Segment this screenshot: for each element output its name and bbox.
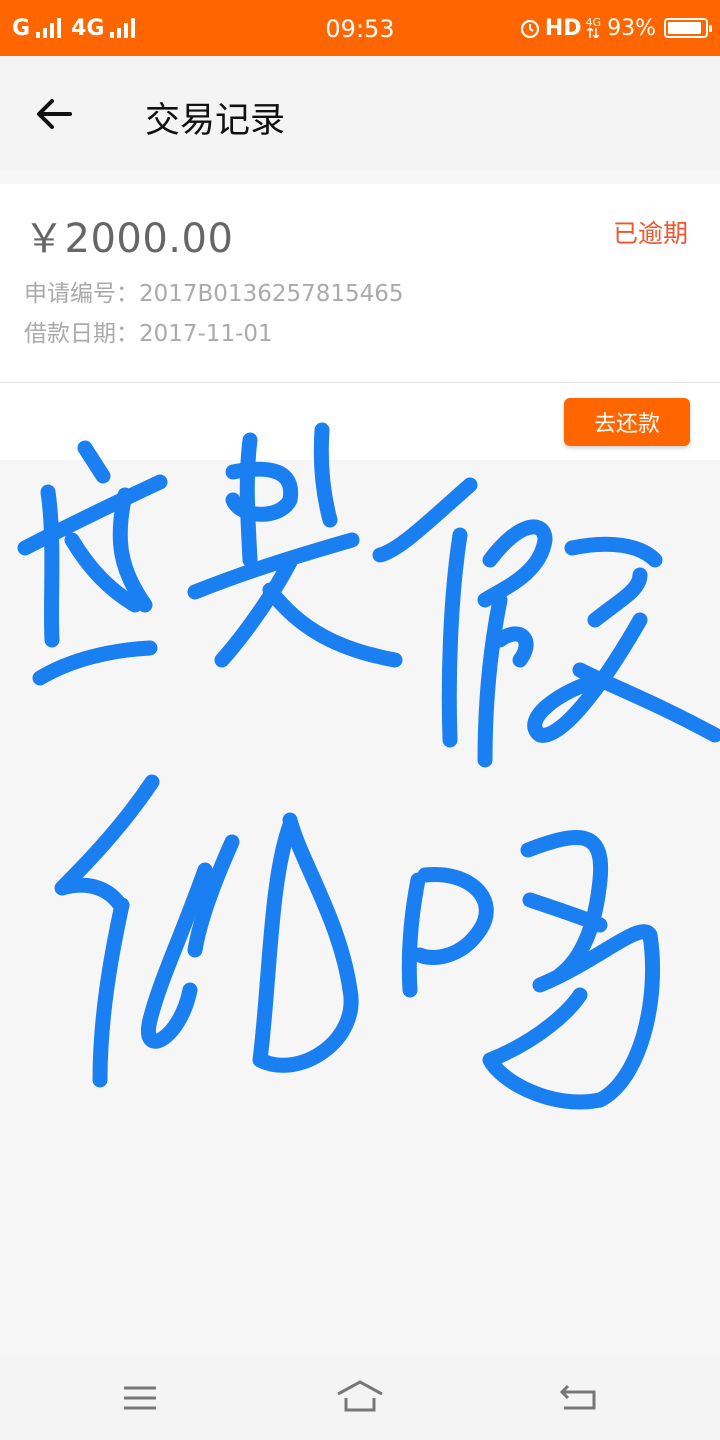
card-divider xyxy=(0,382,720,383)
signal-icon xyxy=(36,18,62,38)
status-icons: HD 4G 93% xyxy=(519,14,712,42)
alarm-icon xyxy=(520,19,539,39)
application-number-row: 申请编号：2017B0136257815465 xyxy=(24,274,404,308)
application-number-label: 申请编号： xyxy=(24,281,139,307)
loan-date-value: 2017-11-01 xyxy=(139,321,273,347)
status-badge: 已逾期 xyxy=(612,219,688,248)
status-bar: G 4G 09:53 HD 4G 93% xyxy=(0,0,720,56)
menu-button[interactable] xyxy=(110,1374,170,1422)
system-back-button[interactable] xyxy=(550,1374,610,1422)
battery-percent: 93% xyxy=(607,15,656,41)
page-title: 交易记录 xyxy=(145,101,286,141)
repay-button[interactable]: 去还款 xyxy=(564,398,690,446)
signal-area: G 4G xyxy=(12,14,145,42)
loan-date-row: 借款日期：2017-11-01 xyxy=(24,314,273,348)
menu-icon xyxy=(124,1386,156,1410)
loan-amount: ￥2000.00 xyxy=(24,216,234,262)
loan-date-label: 借款日期： xyxy=(24,321,139,347)
signal-icon-2 xyxy=(110,18,136,38)
return-icon xyxy=(559,1384,596,1410)
home-button[interactable] xyxy=(330,1374,390,1422)
app-header: 交易记录 xyxy=(0,56,720,170)
back-button[interactable] xyxy=(30,90,78,138)
navigation-bar xyxy=(0,1356,720,1440)
battery-icon xyxy=(664,18,712,38)
transaction-card[interactable]: ￥2000.00 已逾期 申请编号：2017B0136257815465 借款日… xyxy=(0,184,720,460)
hd-label: HD xyxy=(544,15,582,41)
application-number-value: 2017B0136257815465 xyxy=(139,281,404,307)
network-type-icon: 4G xyxy=(586,17,601,38)
carrier-1-label: G xyxy=(12,15,31,41)
arrow-left-icon xyxy=(37,99,72,129)
carrier-2-label: 4G xyxy=(71,15,105,41)
home-icon xyxy=(337,1380,383,1412)
